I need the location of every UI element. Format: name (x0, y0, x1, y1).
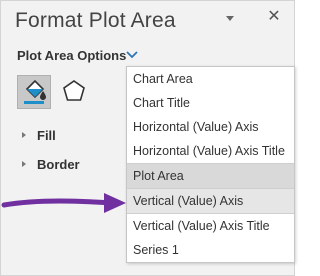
pentagon-icon[interactable] (61, 78, 87, 104)
close-icon[interactable]: ✕ (267, 9, 281, 25)
fill-section-header[interactable]: Fill (22, 128, 82, 144)
dropdown-item-chart-area[interactable]: Chart Area (127, 67, 294, 91)
dropdown-item-plot-area[interactable]: Plot Area (127, 164, 294, 188)
expand-triangle-icon (22, 132, 26, 138)
pane-title: Format Plot Area (15, 9, 176, 32)
dropdown-item-series-1[interactable]: Series 1 (127, 238, 294, 262)
border-section-label: Border (37, 157, 80, 172)
expand-triangle-icon (22, 161, 26, 167)
task-pane-options-icon[interactable] (226, 14, 236, 24)
border-section-header[interactable]: Border (22, 157, 92, 173)
fill-bucket-icon (24, 79, 46, 104)
plot-area-options-label[interactable]: Plot Area Options (17, 48, 126, 63)
dropdown-item-chart-title[interactable]: Chart Title (127, 91, 294, 115)
annotation-arrow (1, 193, 126, 213)
dropdown-item-vertical-axis-title[interactable]: Vertical (Value) Axis Title (127, 214, 294, 238)
dropdown-item-vertical-axis[interactable]: Vertical (Value) Axis (127, 189, 294, 213)
fill-line-tab[interactable] (17, 75, 51, 109)
fill-section-label: Fill (37, 128, 56, 143)
chevron-down-icon[interactable] (125, 50, 139, 60)
dropdown-item-horizontal-axis[interactable]: Horizontal (Value) Axis (127, 115, 294, 139)
dropdown-item-horizontal-axis-title[interactable]: Horizontal (Value) Axis Title (127, 139, 294, 163)
chart-elements-dropdown[interactable]: Chart Area Chart Title Horizontal (Value… (126, 66, 295, 263)
format-plot-area-pane: Format Plot Area ✕ Plot Area Options Fil… (0, 0, 295, 276)
